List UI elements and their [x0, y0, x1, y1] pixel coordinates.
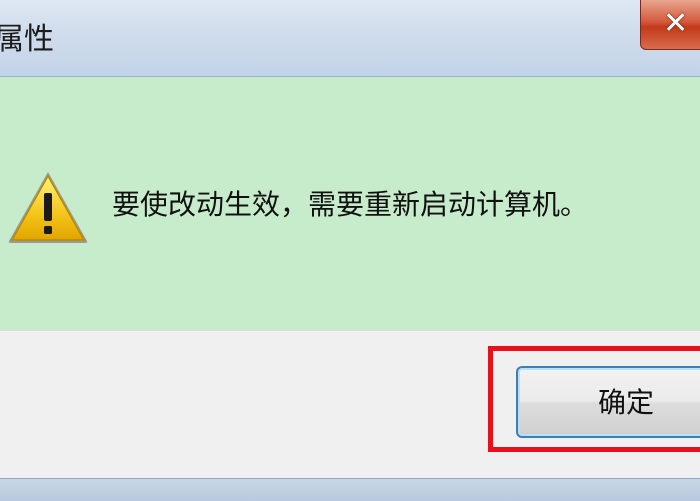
window-bottom-border [0, 478, 700, 501]
ok-button[interactable]: 确定 [516, 366, 700, 438]
ok-button-label: 确定 [598, 386, 655, 419]
dialog-message: 要使改动生效，需要重新启动计算机。 [112, 188, 589, 221]
close-button[interactable]: ✕ [640, 0, 700, 50]
message-area: 要使改动生效，需要重新启动计算机。 [0, 77, 700, 330]
warning-triangle-icon [8, 172, 88, 243]
dialog-window: 属性 ✕ 要使改动生效，需要重新启动计算机。 确定 [0, 0, 700, 501]
window-title: 属性 [0, 22, 54, 57]
close-icon: ✕ [663, 6, 689, 41]
title-bar[interactable]: 属性 ✕ [0, 0, 700, 77]
